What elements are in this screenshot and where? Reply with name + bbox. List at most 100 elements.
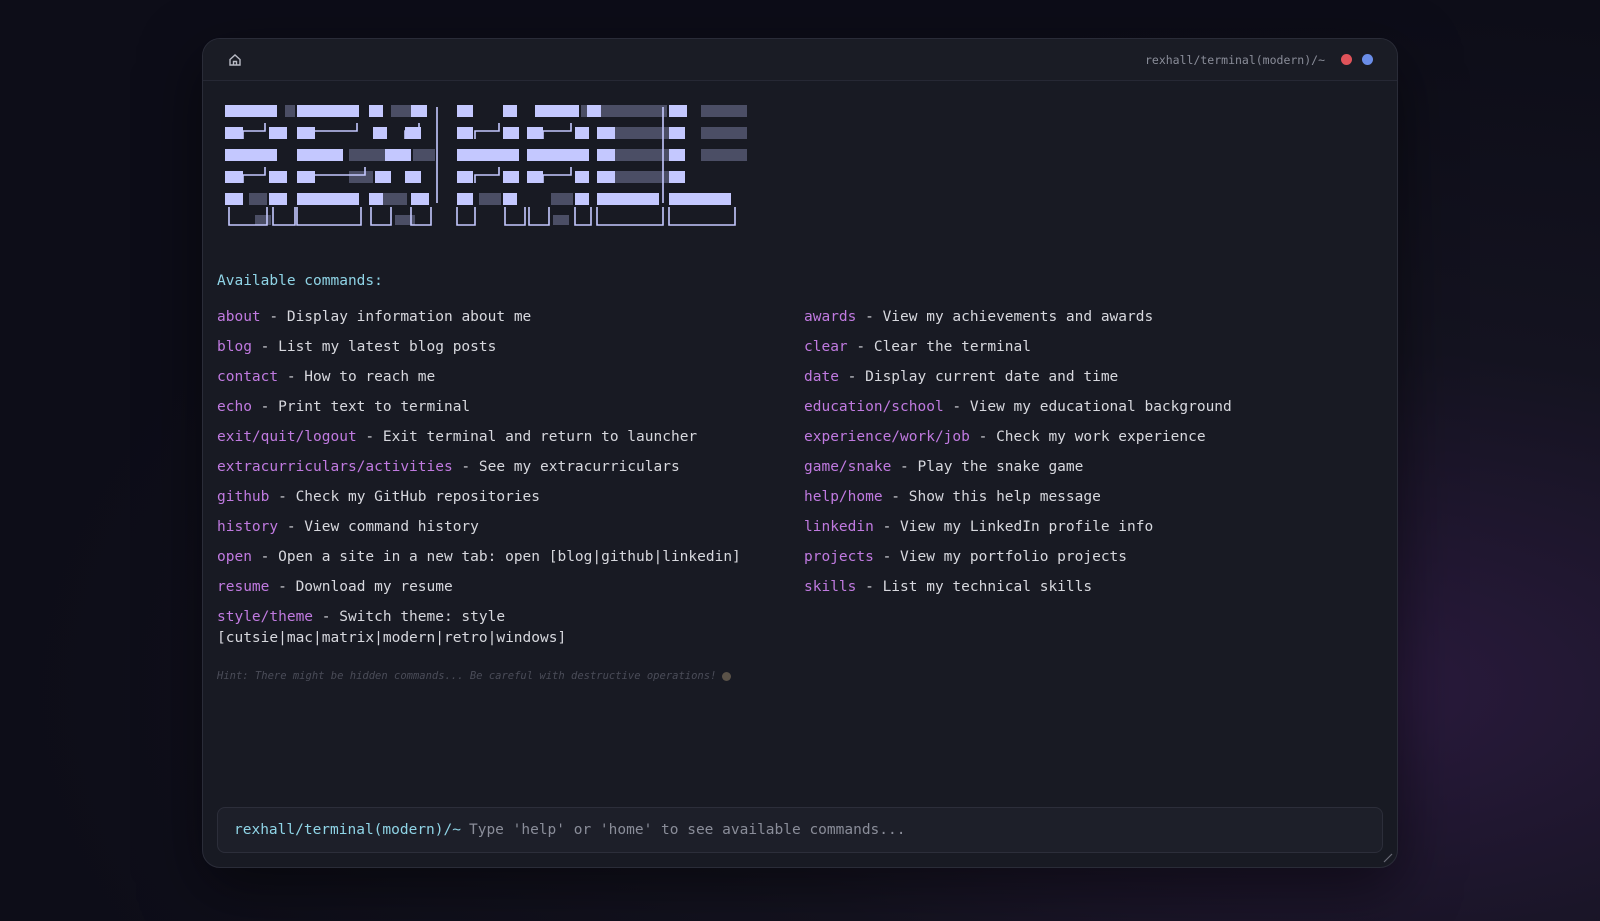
command-name[interactable]: projects <box>804 549 874 565</box>
command-name[interactable]: contact <box>217 369 278 385</box>
ascii-block <box>669 105 687 117</box>
command-item: style/theme - Switch theme: style [cutsi… <box>217 607 804 649</box>
command-name[interactable]: help/home <box>804 489 883 505</box>
ascii-block <box>369 105 383 117</box>
ascii-line <box>574 207 592 226</box>
ascii-block <box>225 171 243 183</box>
command-item: date - Display current date and time <box>804 367 1364 388</box>
ascii-block <box>669 149 685 161</box>
command-name[interactable]: linkedin <box>804 519 874 535</box>
ascii-block <box>225 193 243 205</box>
ascii-block <box>373 127 387 139</box>
command-item: skills - List my technical skills <box>804 577 1364 598</box>
command-description: - List my technical skills <box>856 579 1093 595</box>
command-name[interactable]: extracurriculars/activities <box>217 459 453 475</box>
bomb-icon <box>722 671 732 681</box>
ascii-block <box>597 193 659 205</box>
command-list: about - Display information about me blog… <box>217 307 1383 658</box>
ascii-line <box>596 207 664 226</box>
command-name[interactable]: about <box>217 309 261 325</box>
ascii-line <box>296 207 362 226</box>
command-description: - Clear the terminal <box>847 339 1031 355</box>
command-description: - See my extracurriculars <box>452 459 680 475</box>
ascii-block <box>553 215 569 225</box>
command-description: - How to reach me <box>278 369 436 385</box>
ascii-block <box>369 193 383 205</box>
terminal-output: Available commands: about - Display info… <box>203 81 1397 682</box>
ascii-block <box>587 105 601 117</box>
ascii-block <box>669 127 685 139</box>
ascii-block <box>385 149 411 161</box>
ascii-block <box>375 171 391 183</box>
command-description: - Exit terminal and return to launcher <box>356 429 698 445</box>
ascii-block <box>597 149 615 161</box>
ascii-block <box>527 171 543 183</box>
command-name[interactable]: skills <box>804 579 856 595</box>
ascii-block <box>405 171 421 183</box>
ascii-block <box>457 127 473 139</box>
ascii-block <box>297 149 343 161</box>
ascii-block <box>527 149 589 161</box>
command-description: - View my portfolio projects <box>873 549 1128 565</box>
command-name[interactable]: game/snake <box>804 459 891 475</box>
ascii-line <box>474 123 500 139</box>
command-name[interactable]: resume <box>217 579 269 595</box>
command-name[interactable]: echo <box>217 399 252 415</box>
title-bar-right: rexhall/terminal(modern)/~ <box>1145 53 1373 67</box>
command-item: exit/quit/logout - Exit terminal and ret… <box>217 427 804 448</box>
home-icon[interactable] <box>227 52 243 68</box>
command-description: - Check my work experience <box>969 429 1206 445</box>
command-input-bar[interactable]: rexhall/terminal(modern)/~ <box>217 807 1383 853</box>
command-item: contact - How to reach me <box>217 367 804 388</box>
command-name[interactable]: exit/quit/logout <box>217 429 357 445</box>
resize-handle-icon[interactable] <box>1381 851 1393 863</box>
ascii-line <box>242 167 266 183</box>
ascii-block <box>551 193 573 205</box>
command-name[interactable]: date <box>804 369 839 385</box>
command-description: - Show this help message <box>882 489 1101 505</box>
command-name[interactable]: experience/work/job <box>804 429 970 445</box>
command-name[interactable]: education/school <box>804 399 944 415</box>
command-item: history - View command history <box>217 517 804 538</box>
maximize-button[interactable] <box>1362 54 1373 65</box>
command-description: - Print text to terminal <box>251 399 471 415</box>
ascii-block <box>535 105 579 117</box>
command-input[interactable] <box>468 822 1366 838</box>
command-item: github - Check my GitHub repositories <box>217 487 804 508</box>
ascii-block <box>597 171 615 183</box>
ascii-block <box>411 193 429 205</box>
command-item: awards - View my achievements and awards <box>804 307 1364 328</box>
ascii-block <box>349 149 385 161</box>
ascii-line <box>504 207 526 226</box>
command-name[interactable]: open <box>217 549 252 565</box>
ascii-line <box>370 207 392 226</box>
command-item: echo - Print text to terminal <box>217 397 804 418</box>
command-name[interactable]: clear <box>804 339 848 355</box>
close-button[interactable] <box>1341 54 1352 65</box>
command-item: extracurriculars/activities - See my ext… <box>217 457 804 478</box>
ascii-block <box>479 193 501 205</box>
title-bar: rexhall/terminal(modern)/~ <box>203 39 1397 81</box>
ascii-block <box>391 105 411 117</box>
terminal-window: rexhall/terminal(modern)/~ Available com… <box>202 38 1398 868</box>
command-description: - View my educational background <box>943 399 1232 415</box>
command-name[interactable]: blog <box>217 339 252 355</box>
command-item: game/snake - Play the snake game <box>804 457 1364 478</box>
ascii-block <box>669 171 685 183</box>
ascii-art-logo <box>225 105 747 226</box>
command-name[interactable]: style/theme <box>217 609 313 625</box>
command-name[interactable]: history <box>217 519 278 535</box>
command-description: - View my achievements and awards <box>856 309 1154 325</box>
ascii-block <box>669 193 731 205</box>
hint-text: Hint: There might be hidden commands... … <box>217 670 1383 682</box>
command-name[interactable]: github <box>217 489 269 505</box>
ascii-block <box>701 127 747 139</box>
hint-label: Hint: There might be hidden commands... … <box>217 670 717 682</box>
ascii-block <box>297 105 359 117</box>
command-item: experience/work/job - Check my work expe… <box>804 427 1364 448</box>
command-description: - Check my GitHub repositories <box>269 489 541 505</box>
command-name[interactable]: awards <box>804 309 856 325</box>
ascii-block <box>269 171 287 183</box>
ascii-block <box>255 215 271 225</box>
ascii-block <box>503 171 519 183</box>
